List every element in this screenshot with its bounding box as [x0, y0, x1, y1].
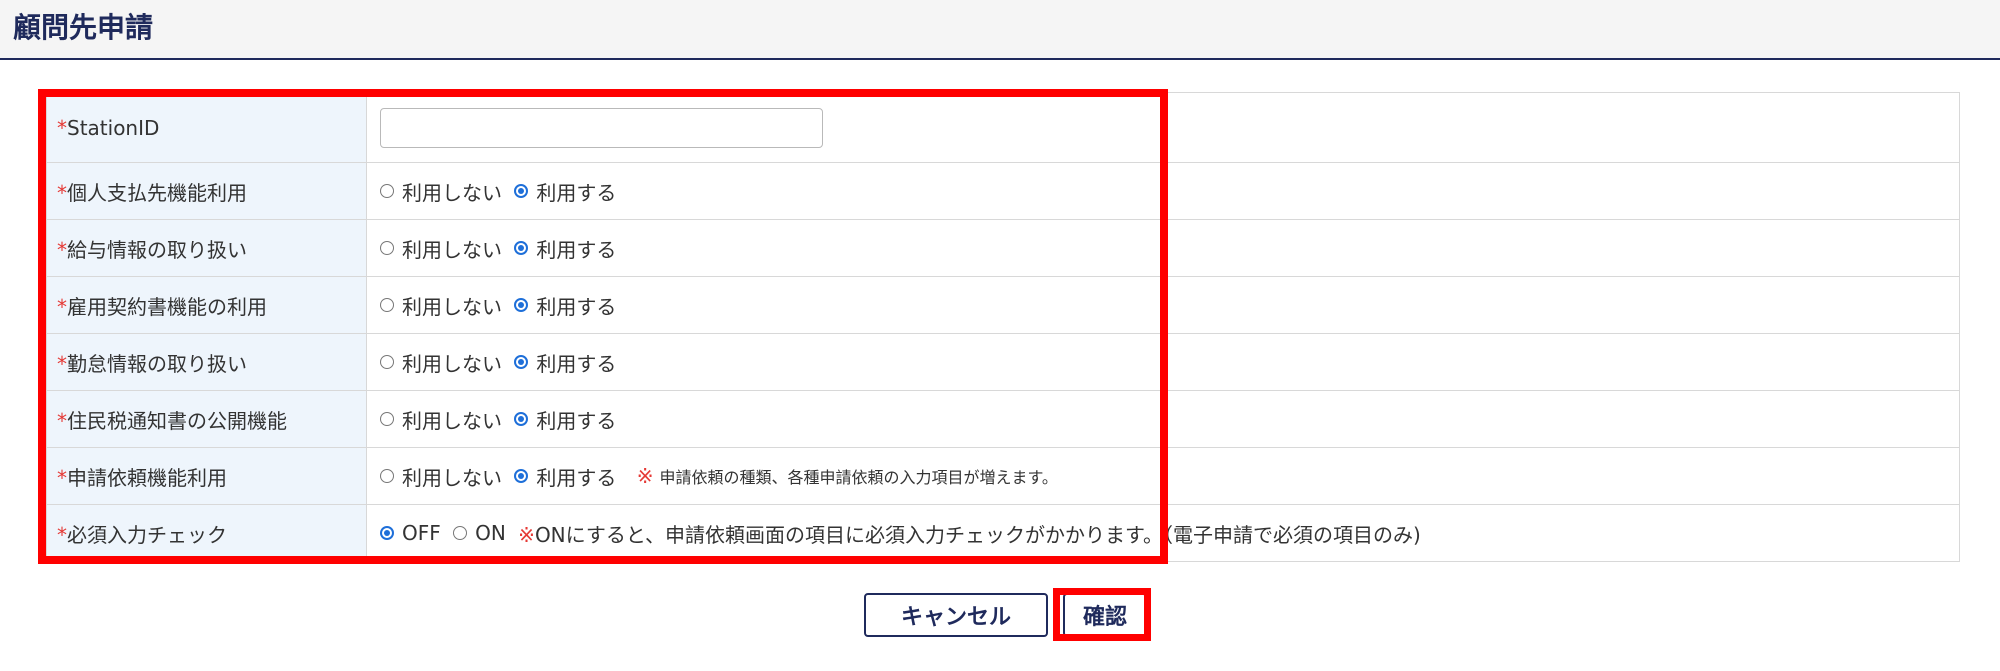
radio-use[interactable]: [514, 298, 529, 312]
radio-not-use[interactable]: [380, 298, 394, 312]
required-mark: *: [57, 180, 67, 205]
radio-label: 利用する: [536, 180, 617, 205]
radio-label: OFF: [402, 521, 441, 545]
radio-use[interactable]: [514, 412, 529, 426]
radio-not-use[interactable]: [380, 412, 394, 426]
salary-info-label: *給与情報の取り扱い: [46, 219, 367, 277]
attendance-info-label: *勤怠情報の取り扱い: [46, 333, 367, 391]
note-mark: ※: [636, 464, 654, 488]
form-row-application-request: *申請依頼機能利用 利用しない 利用する ※ 申請依頼の種類、各種申請依頼の入力項…: [46, 447, 1960, 505]
required-check-label: *必須入力チェック: [46, 504, 367, 562]
employment-contract-options: 利用しない 利用する: [366, 276, 1960, 334]
radio-on[interactable]: [453, 526, 468, 540]
radio-label: 利用しない: [402, 465, 502, 490]
radio-use[interactable]: [514, 184, 529, 198]
employment-contract-label: *雇用契約書機能の利用: [46, 276, 367, 334]
form-row-salary-info: *給与情報の取り扱い 利用しない 利用する: [46, 219, 1960, 277]
form-row-attendance-info: *勤怠情報の取り扱い 利用しない 利用する: [46, 333, 1960, 391]
page-title: 顧問先申請: [13, 11, 154, 44]
required-mark: *: [57, 408, 67, 433]
radio-not-use[interactable]: [380, 469, 394, 483]
page-header: 顧問先申請: [0, 0, 2000, 60]
required-mark: *: [57, 115, 67, 140]
client-application-form: *StationID *個人支払先機能利用 利用しない 利用する *給与情報の取…: [46, 92, 1960, 562]
form-row-station-id: *StationID: [46, 92, 1960, 163]
station-id-input[interactable]: [380, 107, 823, 148]
radio-label: 利用しない: [402, 294, 502, 319]
station-id-cell: [366, 92, 1960, 163]
application-request-label: *申請依頼機能利用: [46, 447, 367, 505]
radio-use[interactable]: [514, 241, 529, 255]
required-check-options: OFF ON ※ONにすると、申請依頼画面の項目に必須入力チェックがかかります。…: [366, 504, 1960, 562]
radio-label: 利用しない: [402, 237, 502, 262]
radio-label: 利用しない: [402, 180, 502, 205]
radio-use[interactable]: [514, 355, 529, 369]
radio-label: 利用する: [536, 408, 617, 433]
personal-payee-label: *個人支払先機能利用: [46, 162, 367, 220]
required-check-note: ※ONにすると、申請依頼画面の項目に必須入力チェックがかかります。（電子申請で必…: [518, 522, 1421, 547]
required-mark: *: [57, 465, 67, 490]
note-mark: ※: [518, 522, 535, 547]
radio-label: 利用する: [536, 351, 617, 376]
personal-payee-options: 利用しない 利用する: [366, 162, 1960, 220]
radio-off[interactable]: [380, 526, 394, 540]
radio-label: 利用する: [536, 294, 617, 319]
radio-not-use[interactable]: [380, 184, 394, 198]
radio-label: 利用する: [536, 237, 617, 262]
cancel-button[interactable]: キャンセル: [864, 593, 1048, 637]
application-request-options: 利用しない 利用する ※ 申請依頼の種類、各種申請依頼の入力項目が増えます。: [366, 447, 1960, 505]
required-mark: *: [57, 351, 67, 376]
required-mark: *: [57, 294, 67, 319]
radio-label: ON: [475, 521, 506, 545]
radio-not-use[interactable]: [380, 355, 394, 369]
radio-not-use[interactable]: [380, 241, 394, 255]
radio-label: 利用しない: [402, 408, 502, 433]
form-row-required-check: *必須入力チェック OFF ON ※ONにすると、申請依頼画面の項目に必須入力チ…: [46, 504, 1960, 562]
form-row-personal-payee: *個人支払先機能利用 利用しない 利用する: [46, 162, 1960, 220]
station-id-label: *StationID: [46, 92, 367, 163]
application-request-note: 申請依頼の種類、各種申請依頼の入力項目が増えます。: [659, 468, 1058, 487]
salary-info-options: 利用しない 利用する: [366, 219, 1960, 277]
resident-tax-options: 利用しない 利用する: [366, 390, 1960, 448]
radio-label: 利用しない: [402, 351, 502, 376]
confirm-button[interactable]: 確認: [1063, 593, 1147, 637]
required-mark: *: [57, 237, 67, 262]
resident-tax-label: *住民税通知書の公開機能: [46, 390, 367, 448]
form-row-employment-contract: *雇用契約書機能の利用 利用しない 利用する: [46, 276, 1960, 334]
form-row-resident-tax: *住民税通知書の公開機能 利用しない 利用する: [46, 390, 1960, 448]
attendance-info-options: 利用しない 利用する: [366, 333, 1960, 391]
radio-label: 利用する: [536, 465, 617, 490]
radio-use[interactable]: [514, 469, 529, 483]
required-mark: *: [57, 522, 67, 547]
